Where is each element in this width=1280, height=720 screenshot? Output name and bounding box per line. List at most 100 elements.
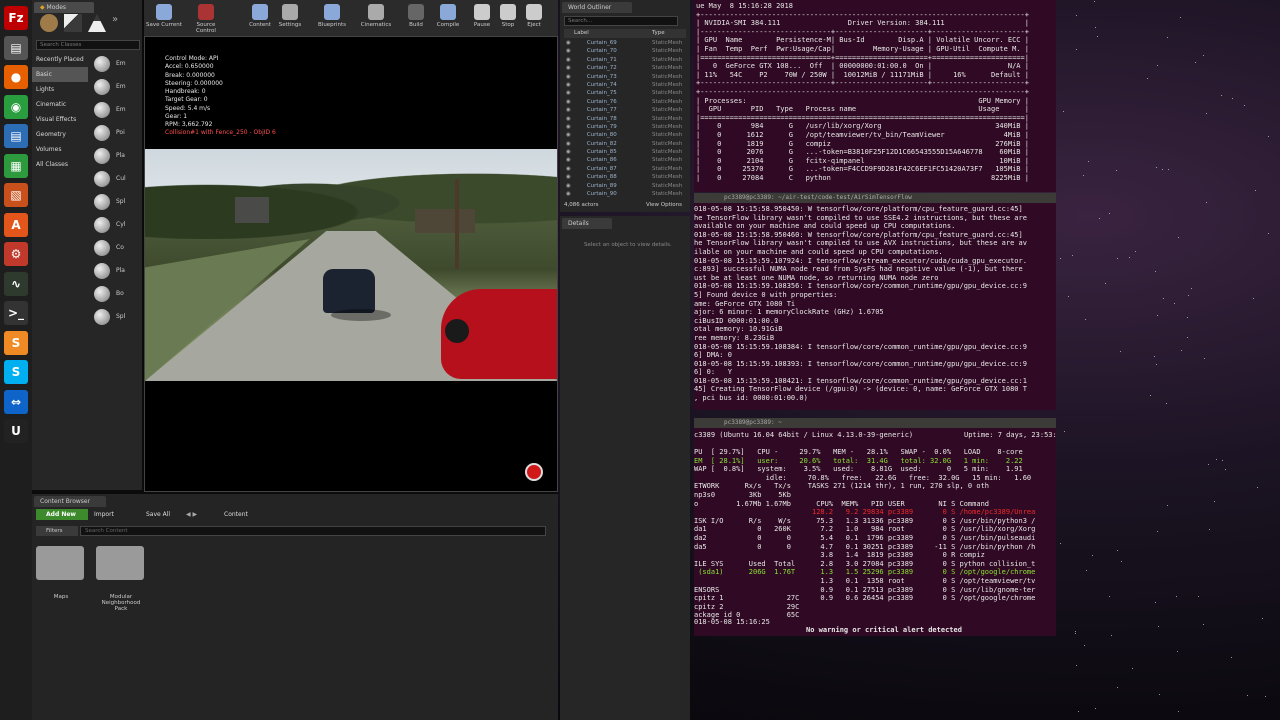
outliner-row[interactable]: ◉ Curtain_85 StaticMesh (564, 148, 686, 156)
visibility-icon[interactable]: ◉ (566, 99, 571, 105)
place-item[interactable]: Cul (90, 167, 140, 190)
nvidia-smi-terminal[interactable]: ue May 8 15:16:28 2018 +-----------------… (694, 0, 1056, 192)
level-viewport[interactable]: Control Mode: API Accel: 0.650000 Break: 0… (144, 36, 558, 492)
modes-category[interactable]: Geometry (32, 127, 88, 142)
files-icon[interactable]: ▤ (4, 35, 28, 60)
visibility-icon[interactable]: ◉ (566, 40, 571, 46)
visibility-icon[interactable]: ◉ (566, 116, 571, 122)
software-center-icon[interactable]: A (4, 212, 28, 237)
visibility-icon[interactable]: ◉ (566, 157, 571, 163)
outliner-row[interactable]: ◉ Curtain_69 StaticMesh (564, 39, 686, 47)
visibility-icon[interactable]: ◉ (566, 132, 571, 138)
place-item[interactable]: Pla (90, 144, 140, 167)
place-item[interactable]: Cyl (90, 213, 140, 236)
place-item[interactable]: Spl (90, 305, 140, 328)
outliner-row[interactable]: ◉ Curtain_74 StaticMesh (564, 81, 686, 89)
visibility-icon[interactable]: ◉ (566, 48, 571, 54)
place-item[interactable]: Em (90, 75, 140, 98)
search-content-input[interactable]: Search Content (80, 526, 546, 536)
outliner-row[interactable]: ◉ Curtain_71 StaticMesh (564, 56, 686, 64)
outliner-row[interactable]: ◉ Curtain_72 StaticMesh (564, 64, 686, 72)
folder-item[interactable]: Maps (36, 546, 86, 612)
add-new-button[interactable]: Add New (36, 509, 88, 520)
terminal-icon[interactable]: >_ (4, 301, 28, 325)
settings-button[interactable]: Settings (270, 4, 310, 34)
outliner-row[interactable]: ◉ Curtain_75 StaticMesh (564, 89, 686, 97)
visibility-icon[interactable]: ◉ (566, 82, 571, 88)
modes-category[interactable]: Recently Placed (32, 52, 88, 67)
visibility-icon[interactable]: ◉ (566, 65, 571, 71)
import-button[interactable]: Import (94, 509, 114, 520)
tab-modes[interactable]: ◆ Modes (34, 2, 94, 13)
chrome-icon[interactable]: ◉ (4, 94, 28, 119)
outliner-row[interactable]: ◉ Curtain_90 StaticMesh (564, 190, 686, 198)
place-item[interactable]: Bo (90, 282, 140, 305)
visibility-icon[interactable]: ◉ (566, 74, 571, 80)
visibility-icon[interactable]: ◉ (566, 141, 571, 147)
place-item[interactable]: Spl (90, 190, 140, 213)
visibility-icon[interactable]: ◉ (566, 57, 571, 63)
visibility-icon[interactable]: ◉ (566, 191, 571, 197)
modes-category[interactable]: Lights (32, 82, 88, 97)
outliner-row[interactable]: ◉ Curtain_76 StaticMesh (564, 98, 686, 106)
tab-world-outliner[interactable]: World Outliner (562, 2, 632, 13)
modes-category[interactable]: Cinematic (32, 97, 88, 112)
outliner-row[interactable]: ◉ Curtain_89 StaticMesh (564, 182, 686, 190)
outliner-search-input[interactable]: Search... (564, 16, 678, 26)
visibility-icon[interactable]: ◉ (566, 183, 571, 189)
place-mode-icon[interactable] (40, 14, 58, 32)
col-label[interactable]: Label (574, 30, 589, 36)
unreal-icon[interactable]: U (4, 419, 28, 443)
view-options-button[interactable]: View Options (646, 202, 682, 208)
outliner-row[interactable]: ◉ Curtain_86 StaticMesh (564, 156, 686, 164)
tab-details[interactable]: Details (562, 218, 612, 229)
save-all-button[interactable]: Save All (146, 509, 170, 520)
outliner-row[interactable]: ◉ Curtain_77 StaticMesh (564, 106, 686, 114)
visibility-icon[interactable]: ◉ (566, 107, 571, 113)
search-classes-input[interactable]: Search Classes (36, 40, 140, 50)
tab-content-browser[interactable]: Content Browser (34, 496, 106, 507)
sublime-icon[interactable]: S (4, 330, 28, 355)
outliner-row[interactable]: ◉ Curtain_87 StaticMesh (564, 165, 686, 173)
landscape-mode-icon[interactable] (88, 14, 106, 32)
visibility-icon[interactable]: ◉ (566, 166, 571, 172)
system-monitor-icon[interactable]: ∿ (4, 271, 28, 296)
place-item[interactable]: Poi (90, 121, 140, 144)
writer-icon[interactable]: ▤ (4, 124, 28, 148)
modes-category[interactable]: All Classes (32, 157, 88, 172)
place-item[interactable]: Em (90, 98, 140, 121)
outliner-row[interactable]: ◉ Curtain_88 StaticMesh (564, 173, 686, 181)
calc-icon[interactable]: ▦ (4, 153, 28, 178)
filters-button[interactable]: Filters (36, 526, 78, 536)
modes-category[interactable]: Volumes (32, 142, 88, 157)
teamviewer-icon[interactable]: ⇔ (4, 389, 28, 414)
place-item[interactable]: Pla (90, 259, 140, 282)
save-current-button[interactable]: Save Current (144, 4, 184, 34)
visibility-icon[interactable]: ◉ (566, 149, 571, 155)
more-modes-icon[interactable]: » (112, 14, 122, 32)
firefox-icon[interactable]: ● (4, 65, 28, 89)
place-item[interactable]: Co (90, 236, 140, 259)
place-item[interactable]: Em (90, 52, 140, 75)
outliner-row[interactable]: ◉ Curtain_70 StaticMesh (564, 47, 686, 55)
outliner-row[interactable]: ◉ Curtain_82 StaticMesh (564, 140, 686, 148)
outliner-row[interactable]: ◉ Curtain_79 StaticMesh (564, 123, 686, 131)
col-type[interactable]: Type (652, 29, 665, 38)
visibility-icon[interactable]: ◉ (566, 124, 571, 130)
eject-button[interactable]: Eject (514, 4, 554, 34)
source-control-button[interactable]: Source Control (186, 4, 226, 34)
glances-terminal[interactable]: pc3389@pc3389: ~ c3389 (Ubuntu 16.04 64b… (694, 418, 1056, 636)
path-breadcrumb[interactable]: Content (224, 509, 248, 520)
settings-icon[interactable]: ⚙ (4, 242, 28, 266)
outliner-row[interactable]: ◉ Curtain_73 StaticMesh (564, 73, 686, 81)
record-icon[interactable] (525, 463, 543, 481)
blueprints-button[interactable]: Blueprints (312, 4, 352, 34)
filezilla-icon[interactable]: Fz (4, 6, 28, 30)
outliner-row[interactable]: ◉ Curtain_80 StaticMesh (564, 131, 686, 139)
modes-category[interactable]: Visual Effects (32, 112, 88, 127)
tensorflow-terminal[interactable]: pc3389@pc3389: ~/air-test/code-test/AirS… (694, 193, 1056, 410)
visibility-icon[interactable]: ◉ (566, 174, 571, 180)
paint-mode-icon[interactable] (64, 14, 82, 32)
visibility-icon[interactable]: ◉ (566, 90, 571, 96)
outliner-row[interactable]: ◉ Curtain_78 StaticMesh (564, 115, 686, 123)
